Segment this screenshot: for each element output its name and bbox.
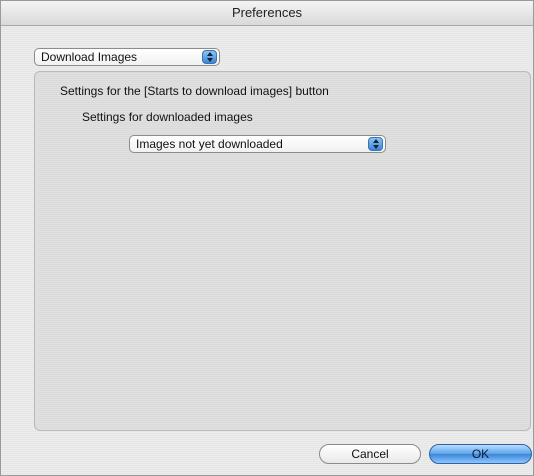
- category-popup-value: Download Images: [41, 50, 138, 64]
- images-popup-value: Images not yet downloaded: [136, 137, 283, 151]
- category-popup[interactable]: Download Images: [34, 48, 220, 66]
- up-down-arrows-icon: [202, 50, 217, 64]
- section-label: Settings for the [Starts to download ima…: [60, 84, 329, 98]
- subsection-label: Settings for downloaded images: [82, 110, 253, 124]
- window-title: Preferences: [1, 1, 533, 26]
- settings-group: [34, 71, 531, 431]
- images-popup[interactable]: Images not yet downloaded: [129, 135, 386, 153]
- cancel-button[interactable]: Cancel: [319, 444, 421, 464]
- ok-button[interactable]: OK: [429, 444, 532, 464]
- preferences-window: Preferences Download Images Settings for…: [0, 0, 534, 476]
- up-down-arrows-icon: [368, 137, 383, 151]
